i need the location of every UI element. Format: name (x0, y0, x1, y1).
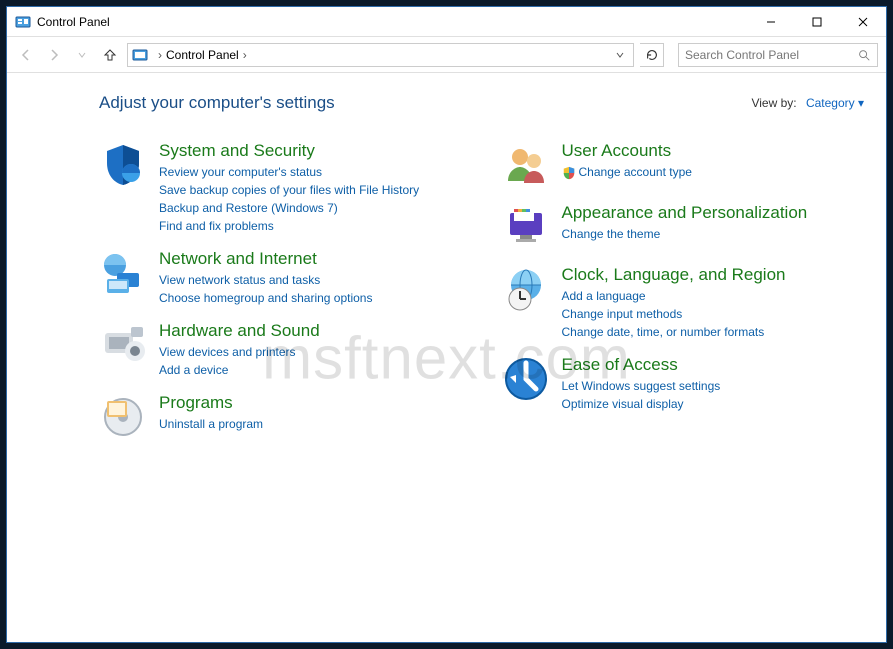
content-header: Adjust your computer's settings View by:… (99, 93, 864, 113)
category-block: User Accounts Change account type (502, 141, 865, 189)
minimize-button[interactable] (748, 7, 794, 37)
category-title[interactable]: Appearance and Personalization (562, 203, 808, 223)
category-icon (502, 265, 550, 313)
category-link[interactable]: Backup and Restore (Windows 7) (159, 199, 419, 217)
category-link[interactable]: Change input methods (562, 305, 786, 323)
category-link[interactable]: Change account type (562, 163, 692, 181)
search-input[interactable] (685, 48, 857, 62)
category-link[interactable]: View network status and tasks (159, 271, 372, 289)
category-title[interactable]: Clock, Language, and Region (562, 265, 786, 285)
breadcrumb-separator-icon: › (243, 48, 247, 62)
search-box[interactable] (678, 43, 878, 67)
page-title: Adjust your computer's settings (99, 93, 751, 113)
category-title[interactable]: Ease of Access (562, 355, 721, 375)
category-link[interactable]: Choose homegroup and sharing options (159, 289, 372, 307)
breadcrumb-separator-icon: › (158, 48, 162, 62)
category-link[interactable]: Add a device (159, 361, 320, 379)
breadcrumb-root[interactable]: Control Panel (166, 48, 239, 62)
category-link[interactable]: View devices and printers (159, 343, 320, 361)
category-icon (502, 203, 550, 251)
category-block: System and Security Review your computer'… (99, 141, 462, 235)
category-title[interactable]: System and Security (159, 141, 419, 161)
search-icon (857, 48, 871, 62)
category-link[interactable]: Find and fix problems (159, 217, 419, 235)
back-button[interactable] (15, 44, 37, 66)
category-block: Clock, Language, and Region Add a languag… (502, 265, 865, 341)
category-link[interactable]: Change date, time, or number formats (562, 323, 786, 341)
category-icon (502, 355, 550, 403)
control-panel-window: Control Panel › Control Panel › msftnext… (6, 6, 887, 643)
category-block: Hardware and Sound View devices and print… (99, 321, 462, 379)
category-title[interactable]: User Accounts (562, 141, 692, 161)
recent-locations-button[interactable] (71, 44, 93, 66)
address-history-button[interactable] (611, 44, 629, 66)
category-block: Programs Uninstall a program (99, 393, 462, 441)
category-block: Ease of Access Let Windows suggest settin… (502, 355, 865, 413)
category-link[interactable]: Optimize visual display (562, 395, 721, 413)
forward-button[interactable] (43, 44, 65, 66)
category-link[interactable]: Save backup copies of your files with Fi… (159, 181, 419, 199)
titlebar: Control Panel (7, 7, 886, 37)
category-link[interactable]: Review your computer's status (159, 163, 419, 181)
view-by-value: Category (806, 96, 855, 110)
content-area: msftnext.com Adjust your computer's sett… (7, 73, 886, 642)
category-title[interactable]: Hardware and Sound (159, 321, 320, 341)
category-title[interactable]: Programs (159, 393, 263, 413)
category-icon (99, 321, 147, 369)
category-link[interactable]: Change the theme (562, 225, 808, 243)
category-block: Network and Internet View network status … (99, 249, 462, 307)
address-bar[interactable]: › Control Panel › (127, 43, 634, 67)
category-link[interactable]: Add a language (562, 287, 786, 305)
category-columns: System and Security Review your computer'… (99, 141, 864, 455)
category-icon (99, 393, 147, 441)
maximize-button[interactable] (794, 7, 840, 37)
up-button[interactable] (99, 44, 121, 66)
control-panel-system-icon (15, 14, 31, 30)
category-link[interactable]: Let Windows suggest settings (562, 377, 721, 395)
control-panel-address-icon (132, 47, 148, 63)
category-icon (99, 249, 147, 297)
category-icon (99, 141, 147, 189)
category-link[interactable]: Uninstall a program (159, 415, 263, 433)
view-by-label: View by: (751, 96, 796, 110)
category-icon (502, 141, 550, 189)
category-block: Appearance and Personalization Change the… (502, 203, 865, 251)
refresh-button[interactable] (640, 43, 664, 67)
category-title[interactable]: Network and Internet (159, 249, 372, 269)
view-by-control[interactable]: View by: Category ▾ (751, 96, 864, 110)
close-button[interactable] (840, 7, 886, 37)
window-title: Control Panel (37, 15, 748, 29)
navigation-bar: › Control Panel › (7, 37, 886, 73)
